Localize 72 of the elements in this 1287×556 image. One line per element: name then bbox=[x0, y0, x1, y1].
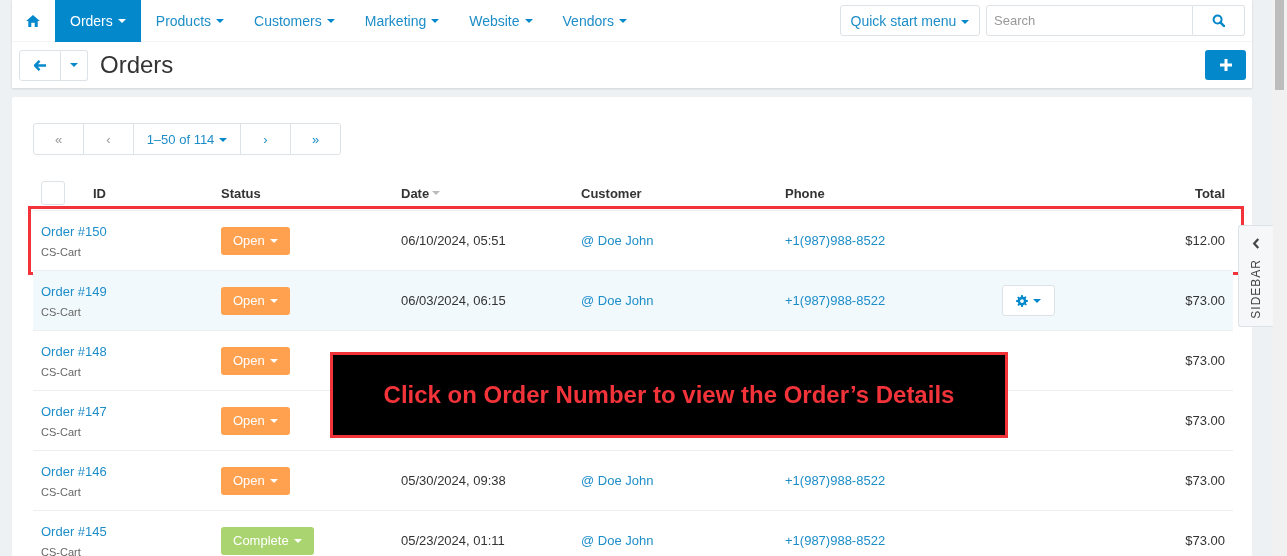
nav-menu-item[interactable]: Products bbox=[140, 0, 240, 42]
order-date: 06/03/2024, 06:15 bbox=[401, 293, 506, 308]
phone-link[interactable]: +1(987)988-8522 bbox=[785, 533, 886, 548]
order-link[interactable]: Order #147 bbox=[41, 403, 107, 419]
status-dropdown[interactable]: Open bbox=[221, 466, 290, 495]
customer-link[interactable]: @ Doe John bbox=[581, 473, 654, 488]
gear-icon bbox=[1016, 294, 1028, 307]
order-date: 05/30/2024, 09:38 bbox=[401, 473, 506, 488]
phone-link[interactable]: +1(987)988-8522 bbox=[785, 473, 886, 488]
back-button[interactable] bbox=[19, 49, 61, 81]
select-all-checkbox[interactable] bbox=[41, 181, 65, 205]
column-header: Status bbox=[221, 185, 261, 201]
status-dropdown[interactable]: Open bbox=[221, 346, 290, 375]
order-date: 06/10/2024, 05:51 bbox=[401, 233, 506, 248]
order-total: $73.00 bbox=[1185, 473, 1225, 488]
order-total: $73.00 bbox=[1185, 293, 1225, 308]
status-dropdown[interactable]: Open bbox=[221, 226, 290, 255]
page-range-dropdown[interactable]: 1–50 of 114 bbox=[133, 123, 241, 155]
customer-link[interactable]: @ Doe John bbox=[581, 233, 654, 248]
phone-link[interactable]: +1(987)988-8522 bbox=[785, 293, 886, 308]
caret-icon bbox=[70, 63, 78, 67]
home-icon[interactable] bbox=[26, 14, 40, 27]
customer-link[interactable]: @ Doe John bbox=[581, 293, 654, 308]
status-dropdown[interactable]: Open bbox=[221, 286, 290, 315]
order-total: $73.00 bbox=[1185, 533, 1225, 548]
search-field[interactable]: Search bbox=[986, 5, 1193, 36]
order-link[interactable]: Order #146 bbox=[41, 463, 107, 479]
search-icon bbox=[1212, 14, 1225, 27]
order-link[interactable]: Order #149 bbox=[41, 283, 107, 299]
phone-link[interactable]: +1(987)988-8522 bbox=[785, 233, 886, 248]
plus-icon bbox=[1219, 59, 1232, 71]
column-header: Total bbox=[1194, 185, 1225, 201]
search-button[interactable] bbox=[1193, 5, 1245, 36]
storefront-label: CS-Cart bbox=[41, 245, 81, 258]
storefront-label: CS-Cart bbox=[41, 305, 81, 318]
arrow-left-icon bbox=[33, 59, 47, 71]
chevron-left-icon bbox=[1252, 238, 1260, 249]
page-title: Orders bbox=[100, 51, 174, 79]
nav-menu-item[interactable]: Orders bbox=[55, 0, 141, 42]
order-total: $73.00 bbox=[1185, 413, 1225, 428]
order-total: $73.00 bbox=[1185, 353, 1225, 368]
nav-menu-item[interactable]: Customers bbox=[239, 0, 350, 42]
history-dropdown-button[interactable] bbox=[61, 49, 88, 81]
sort-caret-icon[interactable] bbox=[432, 191, 441, 195]
storefront-label: CS-Cart bbox=[41, 545, 81, 556]
storefront-label: CS-Cart bbox=[41, 365, 81, 378]
column-header[interactable]: Date bbox=[401, 185, 430, 201]
storefront-label: CS-Cart bbox=[41, 485, 81, 498]
last-page-button[interactable]: » bbox=[290, 123, 341, 155]
order-link[interactable]: Order #145 bbox=[41, 523, 107, 539]
next-page-button[interactable]: › bbox=[240, 123, 291, 155]
column-header: Phone bbox=[785, 185, 825, 201]
nav-menu-item[interactable]: Vendors bbox=[547, 0, 642, 42]
add-button[interactable] bbox=[1205, 50, 1246, 80]
annotation-callout: Click on Order Number to view the Order’s Details bbox=[330, 352, 1008, 438]
order-date: 05/23/2024, 01:11 bbox=[401, 533, 505, 548]
sidebar-tab[interactable]: SIDEBAR bbox=[1238, 225, 1273, 327]
order-link[interactable]: Order #150 bbox=[41, 223, 107, 239]
column-header: ID bbox=[93, 185, 106, 201]
order-total: $12.00 bbox=[1185, 233, 1225, 248]
nav-menu-item[interactable]: Marketing bbox=[349, 0, 455, 42]
first-page-button[interactable]: « bbox=[33, 123, 84, 155]
storefront-label: CS-Cart bbox=[41, 425, 81, 438]
column-header: Customer bbox=[581, 185, 642, 201]
quick-start-menu-button[interactable]: Quick start menu bbox=[840, 5, 980, 36]
nav-menu-item[interactable]: Website bbox=[454, 0, 548, 42]
actions-button[interactable] bbox=[1002, 285, 1055, 316]
scrollbar-thumb[interactable] bbox=[1275, 0, 1284, 90]
customer-link[interactable]: @ Doe John bbox=[581, 533, 654, 548]
order-link[interactable]: Order #148 bbox=[41, 343, 107, 359]
status-dropdown[interactable]: Open bbox=[221, 406, 290, 435]
previous-page-button[interactable]: ‹ bbox=[83, 123, 134, 155]
